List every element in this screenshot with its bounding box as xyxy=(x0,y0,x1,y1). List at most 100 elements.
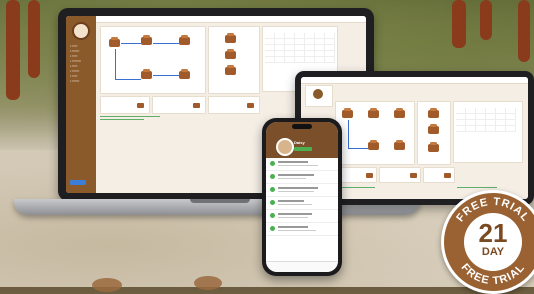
phone-screen: Daisy xyxy=(266,122,338,272)
list-item-subtitle xyxy=(278,204,312,205)
status-dot-icon xyxy=(270,213,275,218)
cow-icon xyxy=(247,103,254,108)
cow-icon[interactable] xyxy=(428,108,439,118)
farm-logo-icon xyxy=(72,22,90,40)
cow-icon[interactable] xyxy=(225,33,236,43)
cow-icon xyxy=(137,103,144,108)
farm-logo-icon xyxy=(313,89,323,99)
calendar-panel xyxy=(453,101,523,163)
pedigree-panel xyxy=(335,101,415,165)
calendar-day[interactable] xyxy=(275,57,285,63)
farm-logo-card xyxy=(305,85,333,107)
record-link[interactable] xyxy=(457,187,497,188)
mud-patch xyxy=(194,276,222,290)
free-trial-badge: FREE TRIAL FREE TRIAL 21 DAY xyxy=(441,190,534,294)
cow-leg xyxy=(28,0,40,78)
top-bar xyxy=(96,16,366,23)
calendar-day[interactable] xyxy=(305,57,315,63)
list-item-subtitle xyxy=(278,178,306,179)
pedigree-link xyxy=(153,43,179,44)
list-item-subtitle xyxy=(278,230,316,231)
cow-icon[interactable] xyxy=(368,108,379,118)
animal-list-panel xyxy=(417,101,451,165)
pedigree-link xyxy=(153,75,179,76)
cow-icon[interactable] xyxy=(179,69,190,79)
cow-icon[interactable] xyxy=(141,69,152,79)
calendar-day[interactable] xyxy=(285,57,295,63)
calendar-day[interactable] xyxy=(295,57,305,63)
record-link[interactable] xyxy=(100,119,144,120)
summary-card[interactable] xyxy=(208,96,260,114)
cow-leg xyxy=(480,0,492,40)
sidebar-item[interactable]: ▪ ━━━━ xyxy=(66,79,96,84)
animal-list-panel xyxy=(208,26,260,94)
list-item[interactable] xyxy=(266,158,338,171)
cow-icon[interactable] xyxy=(394,108,405,118)
list-item-title xyxy=(278,200,304,202)
pedigree-link xyxy=(115,79,141,80)
cow-leg xyxy=(452,0,466,48)
list-item-subtitle xyxy=(278,217,308,218)
cow-icon[interactable] xyxy=(225,65,236,75)
cow-icon[interactable] xyxy=(141,35,152,45)
sidebar-action-button[interactable] xyxy=(70,180,86,185)
cow-icon xyxy=(410,173,417,178)
calendar-day[interactable] xyxy=(466,126,476,132)
list-item[interactable] xyxy=(266,171,338,184)
calendar-day[interactable] xyxy=(486,126,496,132)
badge-unit: DAY xyxy=(481,246,505,258)
status-dot-icon xyxy=(270,161,275,166)
list-item-title xyxy=(278,213,312,215)
list-item[interactable] xyxy=(266,197,338,210)
cow-icon[interactable] xyxy=(225,49,236,59)
summary-card[interactable] xyxy=(379,167,421,183)
app-sidebar: ▪ ━━━ ▪ ━━━━ ▪ ━━━ ▪ ━━━━━ ▪ ━━━ ▪ ━━━━ … xyxy=(66,16,96,193)
phone-tab-bar[interactable] xyxy=(266,261,338,272)
pedigree-link xyxy=(348,120,349,148)
cow-icon[interactable] xyxy=(428,124,439,134)
status-dot-icon xyxy=(270,187,275,192)
cow-icon[interactable] xyxy=(394,140,405,150)
list-item-subtitle xyxy=(278,191,314,192)
list-item-title xyxy=(278,161,308,163)
badge-number: 21 xyxy=(478,218,508,248)
phone-device: Daisy xyxy=(262,118,342,276)
list-item[interactable] xyxy=(266,210,338,223)
summary-card[interactable] xyxy=(152,96,206,114)
cow-icon[interactable] xyxy=(109,37,120,47)
top-bar xyxy=(301,77,528,84)
cow-icon xyxy=(444,173,451,178)
list-item-title xyxy=(278,187,318,189)
list-item-title xyxy=(278,226,308,228)
pedigree-link xyxy=(348,148,368,149)
list-item-title xyxy=(278,174,314,176)
summary-card[interactable] xyxy=(423,167,455,183)
record-link[interactable] xyxy=(100,116,160,117)
mud-patch xyxy=(92,278,122,292)
cow-icon[interactable] xyxy=(428,142,439,152)
calendar-day[interactable] xyxy=(265,57,275,63)
cow-icon[interactable] xyxy=(368,140,379,150)
calendar-day[interactable] xyxy=(506,126,516,132)
profile-name: Daisy xyxy=(294,140,305,145)
calendar-day[interactable] xyxy=(315,57,325,63)
list-item[interactable] xyxy=(266,184,338,197)
cow-icon xyxy=(193,103,200,108)
cow-icon[interactable] xyxy=(179,35,190,45)
status-dot-icon xyxy=(270,174,275,179)
list-item[interactable] xyxy=(266,223,338,236)
cow-icon xyxy=(366,173,373,178)
phone-island xyxy=(292,124,312,129)
calendar-day[interactable] xyxy=(325,57,335,63)
calendar-day[interactable] xyxy=(476,126,486,132)
pedigree-panel xyxy=(100,26,206,94)
laptop-notch xyxy=(190,199,250,203)
avatar[interactable] xyxy=(276,138,294,156)
cow-icon[interactable] xyxy=(342,108,353,118)
pedigree-link xyxy=(115,49,116,79)
calendar-day[interactable] xyxy=(456,126,466,132)
summary-card[interactable] xyxy=(100,96,150,114)
list-item-subtitle xyxy=(278,165,318,166)
calendar-day[interactable] xyxy=(496,126,506,132)
badge-center: 21 DAY xyxy=(464,213,522,271)
